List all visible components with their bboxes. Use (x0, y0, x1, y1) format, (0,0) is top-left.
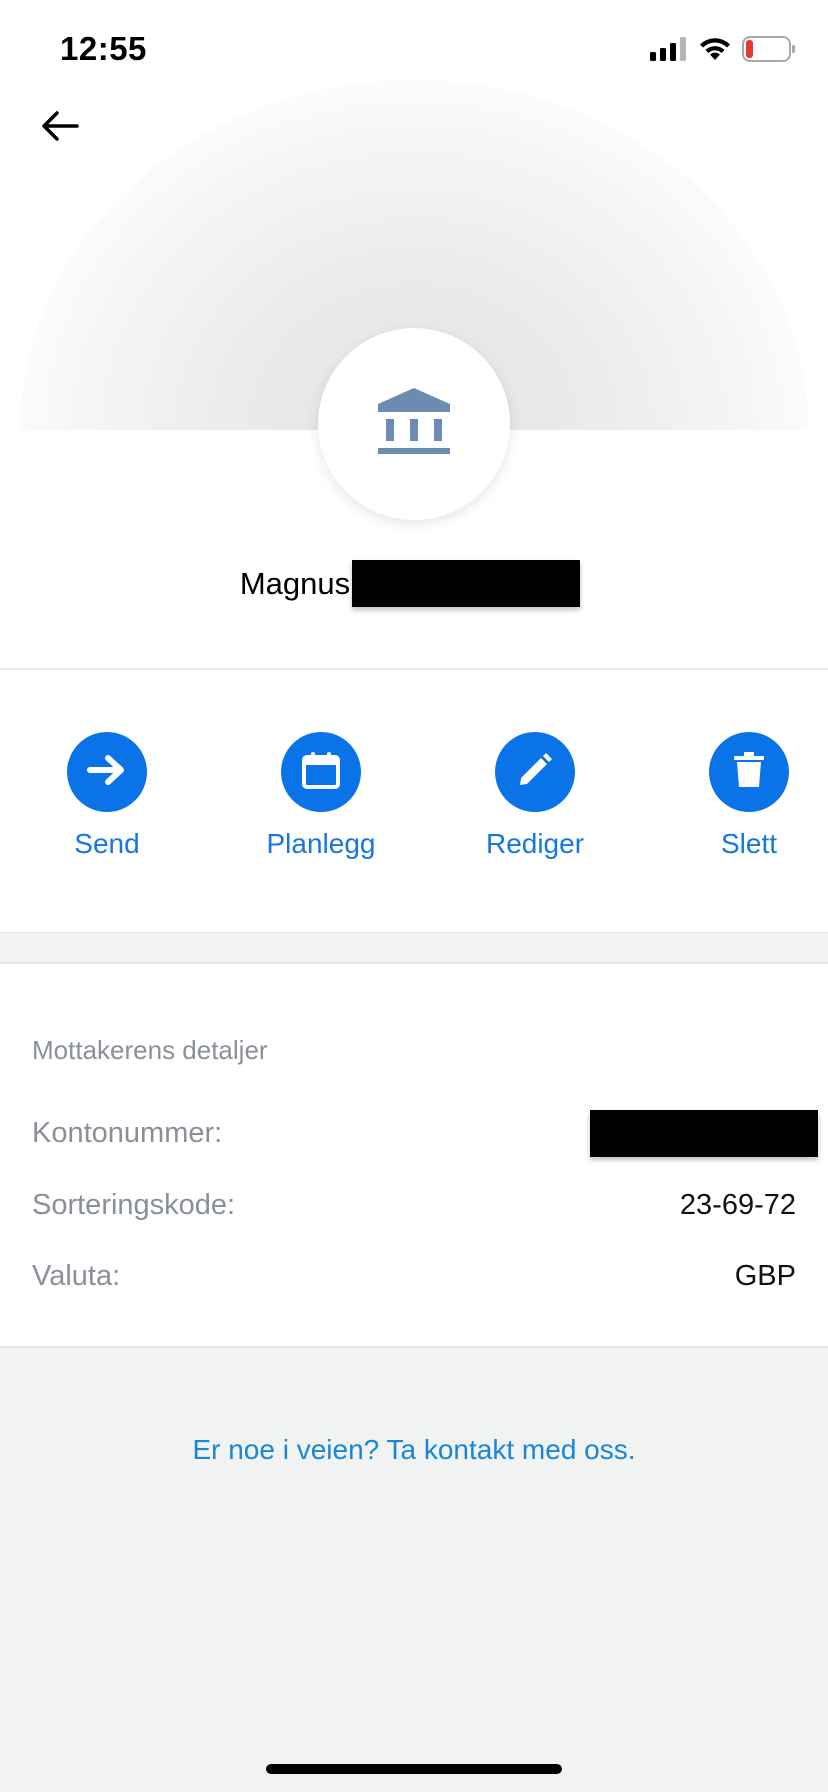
delete-button[interactable]: Slett (669, 732, 828, 860)
schedule-label: Planlegg (266, 828, 376, 859)
detail-label: Valuta: (32, 1259, 121, 1292)
recipient-avatar (318, 328, 510, 520)
recipient-name: Magnus (0, 560, 828, 607)
detail-row-sort-code: Sorteringskode: 23-69-72 (32, 1180, 796, 1230)
action-bar: Send Planlegg Rediger Slett (0, 732, 828, 872)
detail-row-account-number: Kontonummer: (32, 1108, 818, 1158)
delete-label: Slett (720, 828, 778, 859)
signal-icon (650, 37, 688, 66)
details-title: Mottakerens detaljer (32, 1035, 268, 1065)
divider (0, 668, 828, 670)
redacted-account-number (590, 1109, 818, 1157)
detail-value: GBP (734, 1259, 796, 1292)
status-icons (650, 36, 796, 67)
edit-label: Rediger (485, 828, 585, 859)
send-button[interactable]: Send (27, 732, 187, 860)
wifi-icon (698, 36, 732, 67)
calendar-icon (301, 750, 341, 795)
send-circle (67, 732, 147, 812)
recipient-first-name: Magnus (239, 565, 351, 601)
section-separator (0, 932, 828, 964)
battery-low-icon (742, 36, 796, 67)
status-time: 12:55 (60, 30, 147, 67)
arrow-left-icon (40, 110, 80, 147)
status-bar: 12:55 (0, 0, 828, 100)
trash-icon (732, 751, 766, 794)
detail-label: Kontonummer: (32, 1116, 223, 1149)
bank-icon (376, 384, 452, 465)
send-label: Send (74, 828, 140, 859)
recipient-details: Mottakerens detaljer Kontonummer: Sorter… (0, 964, 828, 1346)
edit-button[interactable]: Rediger (455, 732, 615, 860)
detail-row-currency: Valuta: GBP (32, 1251, 796, 1301)
back-button[interactable] (32, 100, 88, 156)
arrow-right-icon (87, 753, 127, 792)
footer-area: Er noe i veien? Ta kontakt med oss. (0, 1346, 828, 1792)
detail-value: 23-69-72 (679, 1188, 796, 1221)
schedule-circle (281, 732, 361, 812)
schedule-button[interactable]: Planlegg (241, 732, 401, 860)
home-indicator[interactable] (266, 1764, 562, 1774)
edit-circle (495, 732, 575, 812)
delete-circle (709, 732, 789, 812)
redacted-last-name (352, 560, 581, 607)
pencil-icon (516, 751, 554, 794)
detail-label: Sorteringskode: (32, 1188, 236, 1221)
contact-support-link[interactable]: Er noe i veien? Ta kontakt med oss. (0, 1434, 828, 1466)
